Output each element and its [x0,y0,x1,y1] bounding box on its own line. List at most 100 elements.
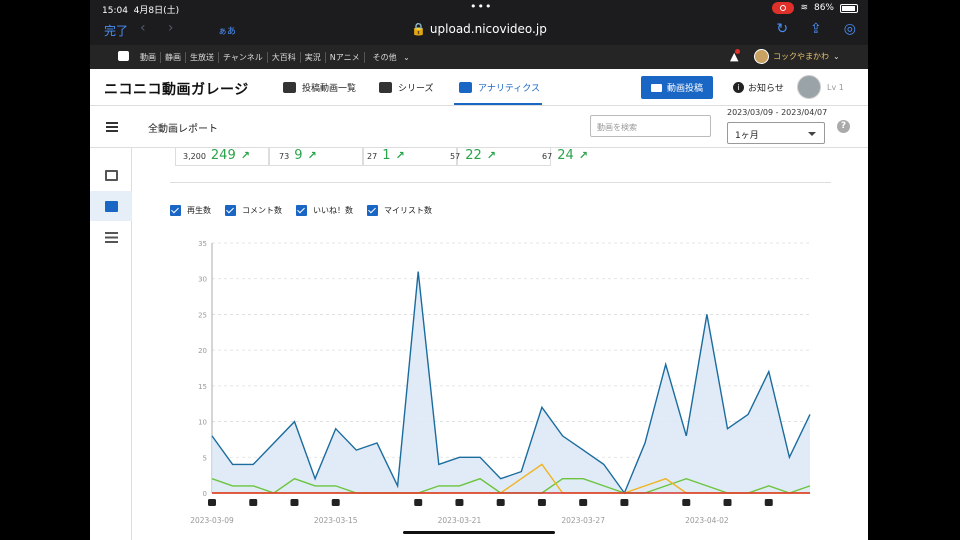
y-tick-label: 0 [203,490,207,498]
y-tick-label: 5 [203,454,207,462]
kpi-delta: 249 [210,148,236,163]
tab-analytics[interactable]: アナリティクス [459,81,540,94]
upload-button[interactable]: 動画投稿 [641,76,713,99]
legend-likes[interactable]: いいね！数 [296,205,353,216]
checkbox[interactable] [170,205,181,216]
kpi-delta: 24 [557,148,574,163]
kpi-other: 67 24 ↗ [542,148,588,163]
nico-link-douga[interactable]: 動画 [136,52,161,63]
arrow-up-right-icon: ↗ [395,149,405,162]
upload-marker-icon [723,499,732,506]
upload-marker-icon [764,499,773,506]
active-tab-indicator [454,103,542,105]
upload-marker-icon [496,499,505,506]
notice-label: お知らせ [748,84,784,94]
niconico-links: 動画 静画 生放送 チャンネル 大百科 実況 Nアニメ その他 ⌄ [136,52,414,63]
arrow-up-right-icon: ↗ [307,149,317,162]
garage-logo[interactable]: ニコニコ動画ガレージ [104,79,249,99]
forward-icon[interactable]: › [168,20,174,36]
upload-marker-icon [249,499,258,506]
series-line [211,477,811,494]
y-tick-label: 25 [198,311,207,319]
nico-link-live[interactable]: 生放送 [186,52,219,63]
series-area [212,478,810,493]
kpi-delta: 1 [382,148,391,163]
user-avatar-small [754,49,769,64]
checkbox[interactable] [225,205,236,216]
ipad-screen: 15:04 4月8日(土) ••• ≋ 86% 🔒 upload.nicovid… [90,0,868,540]
nico-link-seiga[interactable]: 静画 [161,52,186,63]
kpi-total: 57 [450,152,461,161]
nico-link-jikkyo[interactable]: 実況 [301,52,326,63]
legend-views[interactable]: 再生数 [170,205,211,216]
tab-video-list[interactable]: 投稿動画一覧 [283,81,356,94]
screen-record-icon[interactable] [772,2,795,14]
x-tick-label: 2023-03-21 [438,516,482,525]
legend-label: 再生数 [187,206,211,215]
notice-button[interactable]: i お知らせ [733,81,784,94]
sidebar-item-dashboard[interactable] [90,160,132,190]
nico-link-dic[interactable]: 大百科 [268,52,301,63]
series-area [212,271,810,493]
text-size-button[interactable]: ぁあ [218,24,236,37]
share-icon[interactable]: ⇪ [810,21,822,37]
multitask-dots[interactable]: ••• [470,0,492,13]
done-button[interactable]: 完了 [104,22,128,39]
arrow-up-right-icon: ↗ [240,149,250,162]
legend-mylist[interactable]: マイリスト数 [367,205,432,216]
bar-chart-icon [459,82,472,93]
niconico-tv-icon[interactable] [118,51,129,61]
tab-series[interactable]: シリーズ [379,81,434,94]
user-name: コックやまかわ [773,52,829,61]
y-tick-label: 30 [198,276,207,284]
kpi-comments: 73 9 ↗ [279,148,317,163]
legend-label: マイリスト数 [384,206,432,215]
series-area [212,464,810,493]
help-icon[interactable]: ? [837,120,850,133]
address-bar[interactable]: 🔒 upload.nicovideo.jp [90,22,868,36]
x-tick-label: 2023-03-09 [190,516,234,525]
sidebar-item-report[interactable] [90,191,132,221]
nico-link-other-label: その他 [372,53,397,62]
status-date: 4月8日(土) [133,6,180,16]
user-menu[interactable]: コックやまかわ ⌄ [754,49,840,64]
avatar[interactable] [797,75,821,99]
arrow-up-right-icon: ↗ [578,149,588,162]
legend-comments[interactable]: コメント数 [225,205,282,216]
nav-arrows: ‹ › [140,20,173,36]
compass-icon[interactable]: ◎ [844,21,856,37]
nico-link-other[interactable]: その他 ⌄ [365,52,414,63]
status-time: 15:04 4月8日(土) [102,3,179,16]
nico-link-anime[interactable]: Nアニメ [326,52,365,63]
y-tick-label: 20 [198,347,207,355]
bell-icon[interactable]: ▲ [730,49,742,63]
x-tick-label: 2023-03-27 [561,516,605,525]
checkbox[interactable] [367,205,378,216]
upload-marker-icon [455,499,464,506]
menu-icon[interactable] [106,122,118,132]
wifi-icon: ≋ [800,3,808,13]
kpi-total: 3,200 [183,152,206,161]
niconico-bar: 動画 静画 生放送 チャンネル 大百科 実況 Nアニメ その他 ⌄ ▲ コックや… [90,45,868,69]
chevron-down-icon: ⌄ [833,52,840,61]
tab-analytics-label: アナリティクス [478,84,541,94]
upload-marker-icon [537,499,546,506]
back-icon[interactable]: ‹ [140,20,146,36]
nico-link-channel[interactable]: チャンネル [219,52,268,63]
status-time-text: 15:04 [102,6,128,16]
page-title: 全動画レポート [148,124,218,135]
tab-video-list-label: 投稿動画一覧 [302,84,357,94]
series-line [212,463,810,494]
reload-icon[interactable]: ↻ [776,21,788,37]
period-select[interactable]: 1ヶ月 [727,122,825,144]
search-input[interactable]: 動画を検索 [590,115,711,137]
kpi-total: 67 [542,152,553,161]
sidebar-item-list[interactable] [90,222,132,252]
x-tick-label: 2023-04-02 [685,516,729,525]
checkbox[interactable] [296,205,307,216]
kpi-likes: 27 1 ↗ [367,148,405,163]
kpi-delta: 9 [294,148,303,163]
series-icon [379,82,392,93]
browser-actions: ↻ ⇪ ◎ [776,21,856,37]
info-icon: i [733,82,744,93]
